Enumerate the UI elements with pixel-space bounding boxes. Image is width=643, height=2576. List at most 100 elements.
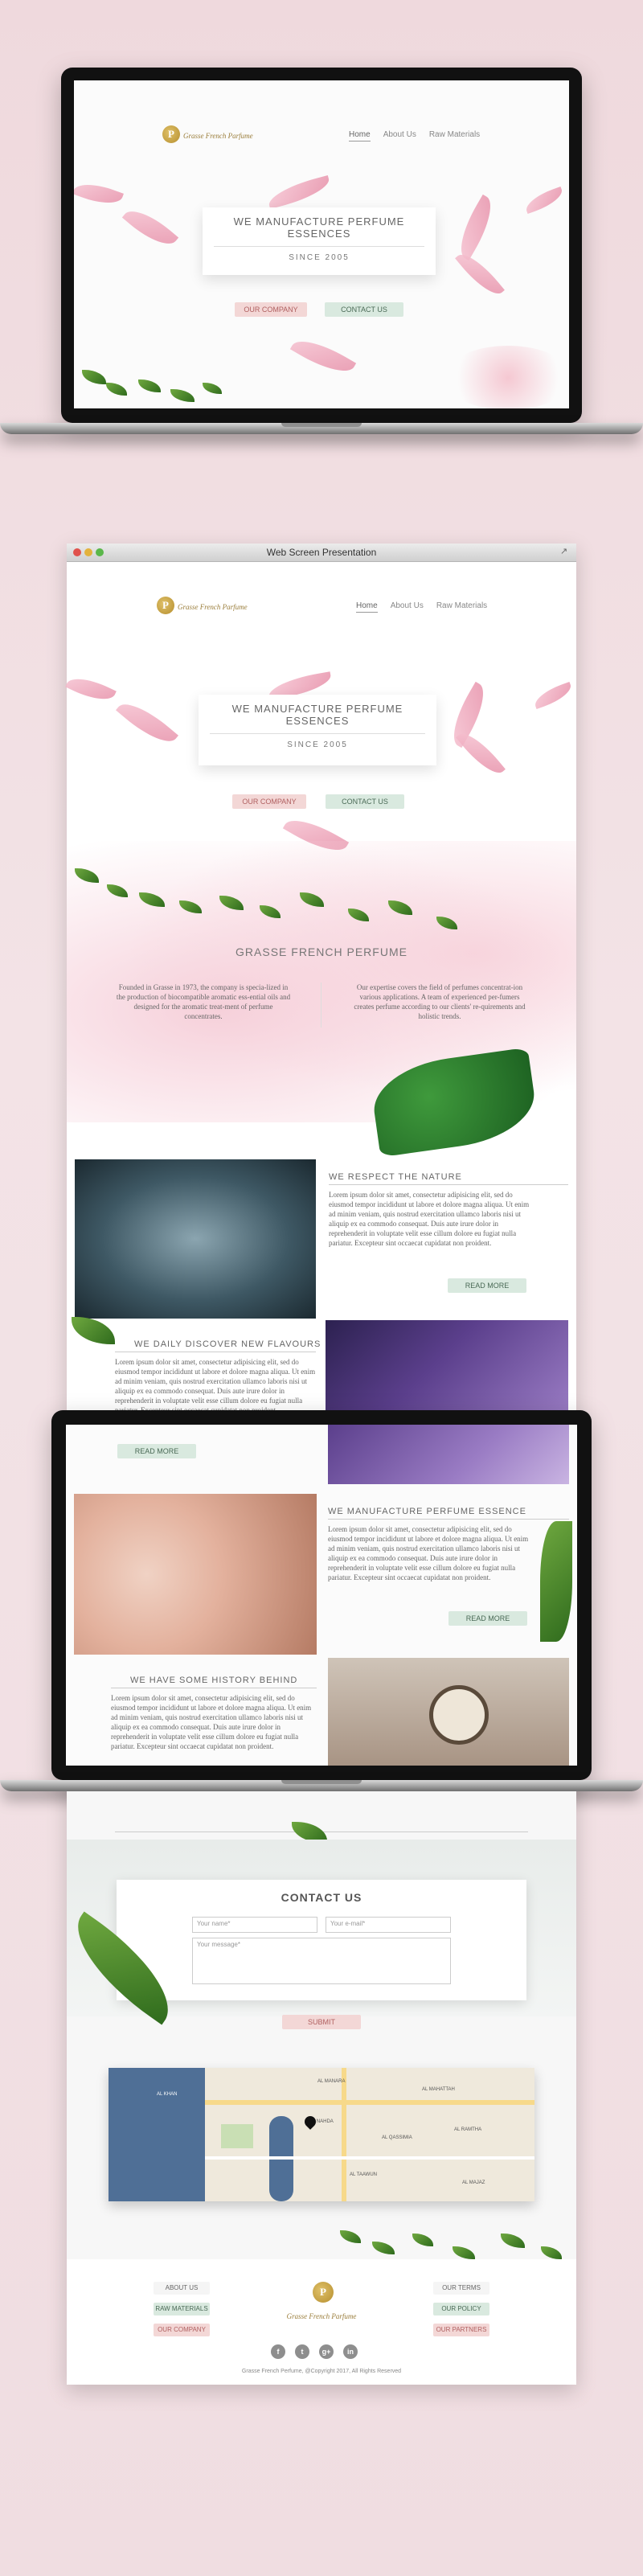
fullscreen-icon[interactable]: ↗ (560, 546, 571, 557)
laptop-bottom-notch (281, 1780, 362, 1784)
footer-partners-button[interactable]: OUR PARTNERS (433, 2324, 489, 2336)
hero-subtitle: SINCE 2005 (287, 740, 348, 749)
hero-box: WE MANUFACTURE PERFUME ESSENCES SINCE 20… (199, 695, 436, 765)
nav-about[interactable]: About Us (391, 601, 424, 613)
brand-logo-text: Grasse French Parfume (178, 603, 248, 611)
lavender-photo (326, 1320, 568, 1417)
contact-area: CONTACT US Your name* Your e-mail* Your … (56, 1791, 576, 2385)
about-text-right: Our expertise covers the field of perfum… (354, 983, 526, 1020)
leaf-decoration (75, 868, 99, 883)
section-rule (328, 1519, 569, 1520)
facebook-icon[interactable]: f (271, 2344, 285, 2359)
pocket-watch-photo (328, 1658, 569, 1766)
about-divider (321, 982, 322, 1028)
map-road (205, 2156, 534, 2160)
section-text-essence: Lorem ipsum dolor sit amet, consectetur … (328, 1525, 529, 1581)
browser-title: Web Screen Presentation (266, 547, 377, 558)
footer: ABOUT US RAW MATERIALS OUR COMPANY P Gra… (67, 2259, 576, 2385)
laptop-top-screen: P Grasse French Parfume Home About Us Ra… (74, 80, 569, 408)
leaf-decoration (348, 909, 369, 921)
nav-about[interactable]: About Us (383, 130, 416, 142)
section-title-nature: WE RESPECT THE NATURE (329, 1172, 462, 1182)
section-rule (329, 1184, 568, 1185)
leaf-decoration (300, 892, 324, 907)
leaf-decoration (340, 2230, 361, 2243)
leaf-decoration (82, 370, 106, 384)
leaf-decoration (203, 383, 222, 394)
footer-about-button[interactable]: ABOUT US (154, 2282, 210, 2295)
twitter-icon[interactable]: t (295, 2344, 309, 2359)
petal-decoration (531, 681, 575, 710)
section-text-history: Lorem ipsum dolor sit amet, consectetur … (111, 1694, 312, 1750)
copyright-text: Grasse French Perfume, @Copyright 2017, … (241, 2369, 402, 2374)
brand-logo-icon[interactable]: P (162, 125, 180, 143)
petal-decoration (289, 330, 357, 382)
google-plus-icon[interactable]: g+ (319, 2344, 334, 2359)
leaf-decoration (541, 2246, 562, 2259)
laptop-top: P Grasse French Parfume Home About Us Ra… (61, 68, 582, 423)
petal-decoration (121, 201, 179, 254)
leaf-decoration (107, 884, 128, 897)
map-road (342, 2068, 346, 2201)
map-label: AL RAMTHA (454, 2127, 482, 2132)
submit-button[interactable]: SUBMIT (282, 2015, 361, 2029)
leaf-decoration (139, 892, 165, 907)
map-label: AL KHAN (157, 2092, 178, 2097)
hero-subtitle: SINCE 2005 (289, 253, 350, 262)
nav-raw-materials[interactable]: Raw Materials (429, 130, 480, 142)
footer-logo-icon[interactable]: P (313, 2282, 334, 2303)
petal-decoration (65, 671, 117, 708)
message-field[interactable]: Your message* (192, 1938, 451, 1984)
map-pin-icon[interactable] (302, 2114, 318, 2130)
our-company-button[interactable]: OUR COMPANY (232, 794, 306, 809)
petal-decoration (265, 175, 333, 209)
map-label: AL MAJAZ (462, 2180, 485, 2185)
leaf-decoration (412, 2233, 433, 2246)
read-more-button[interactable]: READ MORE (117, 1444, 196, 1458)
top-nav: Home About Us Raw Materials (349, 130, 480, 142)
map-water (109, 2068, 205, 2201)
section-text-nature: Lorem ipsum dolor sit amet, consectetur … (329, 1191, 530, 1247)
section-title-essence: WE MANUFACTURE PERFUME ESSENCE (328, 1507, 526, 1516)
name-field[interactable]: Your name* (192, 1917, 317, 1933)
email-field[interactable]: Your e-mail* (326, 1917, 451, 1933)
petal-decoration (116, 694, 178, 752)
leaf-decoration (106, 383, 127, 396)
section-title-history: WE HAVE SOME HISTORY BEHIND (130, 1676, 298, 1685)
footer-company-button[interactable]: OUR COMPANY (154, 2324, 210, 2336)
linkedin-icon[interactable]: in (343, 2344, 358, 2359)
read-more-button[interactable]: READ MORE (448, 1278, 526, 1293)
blossom-decoration (444, 346, 569, 408)
leaf-decoration (260, 905, 281, 918)
about-text-left: Founded in Grasse in 1973, the company i… (116, 983, 291, 1020)
section-title-flavours: WE DAILY DISCOVER NEW FLAVOURS (134, 1339, 322, 1349)
map-label: AL TAAWUN (350, 2172, 378, 2177)
nav-home[interactable]: Home (349, 130, 371, 142)
leaf-decoration (501, 2233, 525, 2248)
vine-decoration (67, 860, 485, 933)
location-map[interactable]: AL MANARA AL MAHATTAH AL NAHDA AL QASSIM… (109, 2068, 534, 2201)
rose-ingredients-photo (74, 1494, 317, 1655)
nav-raw-materials[interactable]: Raw Materials (436, 601, 487, 613)
read-more-button[interactable]: READ MORE (448, 1611, 527, 1626)
brand-logo-icon[interactable]: P (157, 597, 174, 614)
brand-logo-text: Grasse French Parfume (183, 132, 253, 140)
browser-nav: Home About Us Raw Materials (356, 601, 487, 613)
hero-title: WE MANUFACTURE PERFUME ESSENCES (214, 207, 424, 247)
hero-box: WE MANUFACTURE PERFUME ESSENCES SINCE 20… (203, 207, 436, 275)
laptop-bottom-screen: READ MORE WE MANUFACTURE PERFUME ESSENCE… (66, 1425, 577, 1766)
contact-us-button[interactable]: CONTACT US (325, 302, 403, 317)
contact-title: CONTACT US (281, 1891, 362, 1904)
nav-home[interactable]: Home (356, 601, 378, 613)
footer-policy-button[interactable]: OUR POLICY (433, 2303, 489, 2316)
petal-decoration (456, 726, 506, 781)
footer-terms-button[interactable]: OUR TERMS (433, 2282, 489, 2295)
water-drops-photo (75, 1159, 316, 1319)
petal-decoration (74, 177, 124, 211)
contact-us-button[interactable]: CONTACT US (326, 794, 404, 809)
map-label: AL MANARA (317, 2079, 346, 2084)
section-text-flavours: Lorem ipsum dolor sit amet, consectetur … (115, 1358, 316, 1413)
contact-form-card: CONTACT US Your name* Your e-mail* Your … (117, 1880, 526, 2000)
laptop-top-notch (281, 423, 362, 427)
our-company-button[interactable]: OUR COMPANY (235, 302, 307, 317)
